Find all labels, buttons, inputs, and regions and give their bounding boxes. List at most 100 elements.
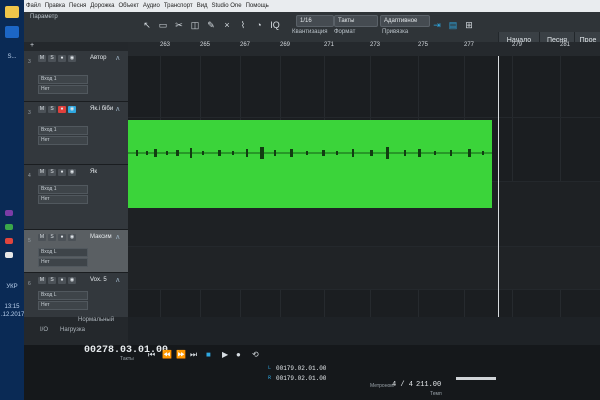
menu-item[interactable]: Помощь (244, 0, 271, 12)
menu-item[interactable]: Песня (67, 0, 88, 12)
record-arm-button[interactable]: ● (58, 169, 66, 176)
track-input-select[interactable]: Вход 1 (38, 185, 88, 194)
metronome-label[interactable]: Метроном (370, 383, 394, 389)
monitor-button[interactable]: ◉ (68, 234, 76, 241)
add-track-icon[interactable]: + (30, 42, 34, 49)
mute-button[interactable]: M (38, 55, 46, 62)
track-input-select[interactable]: Вход 1 (38, 75, 88, 84)
quantize-select[interactable]: 1/16 (296, 15, 334, 27)
tray-icon[interactable] (5, 252, 13, 258)
audio-clip[interactable] (128, 120, 492, 208)
arrangement-view[interactable] (128, 56, 600, 317)
loop-right-value[interactable]: 00179.02.01.00 (276, 375, 326, 382)
track-name[interactable]: Як.і біби (90, 106, 113, 112)
loop-icon[interactable]: ⟲ (252, 350, 259, 359)
windows-start-icon[interactable] (5, 26, 19, 38)
range-tool-icon[interactable]: ▭ (158, 20, 168, 30)
iq-icon[interactable]: IQ (270, 20, 280, 30)
track-output-select[interactable]: Нет (38, 195, 88, 204)
menu-item[interactable]: Объект (116, 0, 140, 12)
fast-forward-icon[interactable]: ⏩ (176, 350, 186, 359)
mute-button[interactable]: M (38, 169, 46, 176)
solo-button[interactable]: S (48, 277, 56, 284)
record-arm-button[interactable]: ● (58, 277, 66, 284)
track-lane[interactable] (128, 247, 600, 290)
load-tab[interactable]: Нагрузка (60, 327, 85, 333)
track-input-select[interactable]: Вход L (38, 291, 88, 300)
record-arm-button[interactable]: ● (58, 106, 66, 113)
track-output-select[interactable]: Нет (38, 301, 88, 310)
track-output-select[interactable]: Нет (38, 85, 88, 94)
autoscroll-icon[interactable]: ▤ (448, 20, 458, 30)
rewind-icon[interactable]: ⏪ (162, 350, 172, 359)
track-row[interactable]: 5 M S ● ◉ Максим ᴧ Вход L Нет (24, 230, 128, 273)
track-input-select[interactable]: Вход L (38, 248, 88, 257)
monitor-button[interactable]: ◉ (68, 169, 76, 176)
record-arm-button[interactable]: ● (58, 55, 66, 62)
io-tab[interactable]: I/O (40, 327, 48, 333)
layout-icon[interactable]: ⊞ (464, 20, 474, 30)
track-name[interactable]: Максим (90, 234, 112, 240)
menu-item[interactable]: Файл (24, 0, 43, 12)
menu-item[interactable]: Правка (43, 0, 67, 12)
tray-icon[interactable] (5, 224, 13, 230)
eraser-tool-icon[interactable]: ◫ (190, 20, 200, 30)
menu-item[interactable]: Аудио (141, 0, 162, 12)
timeline-ruler[interactable]: 263 265 267 269 271 273 275 277 279 281 (128, 42, 600, 57)
menu-item[interactable]: Studio One (210, 0, 244, 12)
position-display[interactable]: 00278.03.01.00 (84, 345, 168, 356)
playhead-cursor[interactable] (498, 56, 499, 317)
record-icon[interactable]: ● (236, 350, 241, 359)
track-output-select[interactable]: Нет (38, 136, 88, 145)
loop-left-value[interactable]: 00179.02.01.00 (276, 365, 326, 372)
mute-button[interactable]: M (38, 277, 46, 284)
stop-icon[interactable]: ■ (206, 350, 211, 359)
end-icon[interactable]: ⏭ (190, 350, 197, 360)
menu-item[interactable]: Вид (195, 0, 210, 12)
clock-date[interactable]: .12.2017 (1, 312, 24, 318)
clock-time[interactable]: 13:15 (1, 304, 23, 310)
paint-tool-icon[interactable]: ✎ (206, 20, 216, 30)
track-name[interactable]: Vox. 5 (90, 277, 107, 283)
track-name[interactable]: Як (90, 169, 97, 175)
tray-icon[interactable] (5, 238, 13, 244)
track-row[interactable]: 3 M S ● ◉ Як.і біби ᴧ Вход 1 Нет (24, 102, 128, 165)
position-slider[interactable] (456, 377, 496, 380)
monitor-button[interactable]: ◉ (68, 277, 76, 284)
time-signature[interactable]: 4 / 4 (392, 381, 413, 389)
solo-button[interactable]: S (48, 106, 56, 113)
solo-button[interactable]: S (48, 55, 56, 62)
mode-select[interactable]: Нормальный (78, 317, 114, 323)
split-tool-icon[interactable]: ✂ (174, 20, 184, 30)
monitor-button[interactable]: ◉ (68, 106, 76, 113)
return-to-zero-icon[interactable]: ⏮ (148, 350, 155, 360)
track-row[interactable]: 3 M S ● ◉ Автор ᴧ Вход 1 Нет (24, 51, 128, 102)
track-row[interactable]: 6 M S ● ◉ Vox. 5 ᴧ Вход L Нет (24, 273, 128, 318)
snap-select[interactable]: Адаптивное (380, 15, 430, 27)
listen-tool-icon[interactable]: ◔ (254, 20, 264, 30)
track-row[interactable]: 4 M S ● ◉ Як Вход 1 Нет (24, 165, 128, 230)
tray-icon[interactable] (5, 210, 13, 216)
play-icon[interactable]: ▶ (222, 350, 228, 359)
arrow-tool-icon[interactable]: ↖ (142, 20, 152, 30)
track-name[interactable]: Автор (90, 55, 106, 61)
mute-button[interactable]: M (38, 106, 46, 113)
record-arm-button[interactable]: ● (58, 234, 66, 241)
taskbar-app-label[interactable]: S... (1, 54, 23, 60)
menu-item[interactable]: Дорожка (88, 0, 116, 12)
solo-button[interactable]: S (48, 234, 56, 241)
keyboard-layout[interactable]: УКР (1, 284, 23, 290)
menu-item[interactable]: Транспорт (162, 0, 195, 12)
timebase-select[interactable]: Такты (334, 15, 378, 27)
monitor-button[interactable]: ◉ (68, 55, 76, 62)
track-output-select[interactable]: Нет (38, 258, 88, 267)
snap-toggle-icon[interactable]: ⇥ (432, 20, 442, 30)
solo-button[interactable]: S (48, 169, 56, 176)
bend-tool-icon[interactable]: ⌇ (238, 20, 248, 30)
mute-tool-icon[interactable]: × (222, 20, 232, 30)
track-lane[interactable] (128, 56, 600, 118)
folder-icon[interactable] (5, 6, 19, 18)
track-input-select[interactable]: Вход 1 (38, 126, 88, 135)
tempo-value[interactable]: 211.00 (416, 381, 441, 389)
mute-button[interactable]: M (38, 234, 46, 241)
